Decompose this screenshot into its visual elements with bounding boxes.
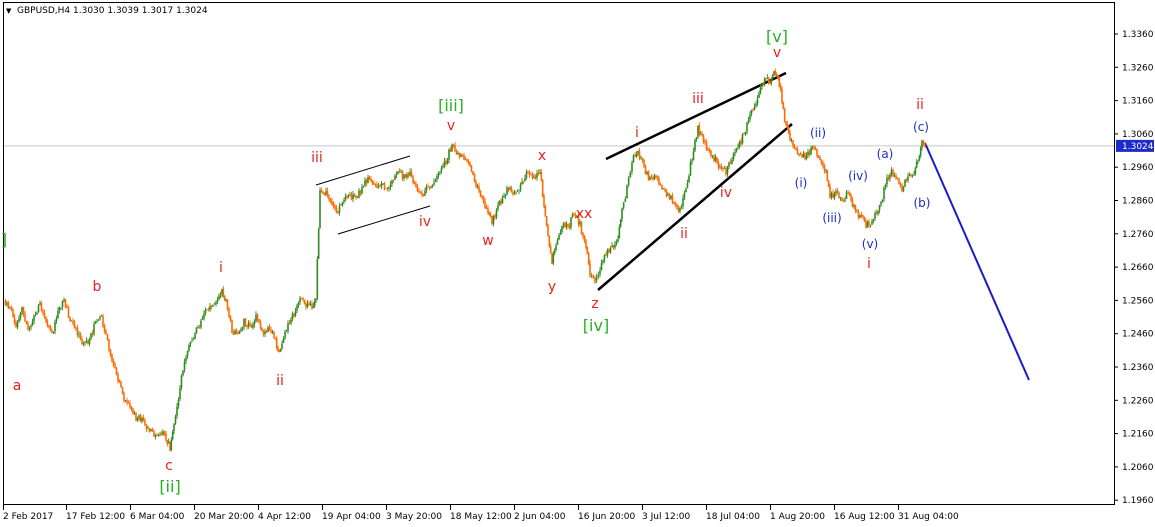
wave-label: c <box>165 458 173 474</box>
current-price-tag-label: 1.3024 <box>1122 142 1154 152</box>
x-tick-label: 2 Jun 04:00 <box>514 512 566 522</box>
y-tick-label: 1.2360 <box>1122 363 1154 373</box>
wave-label: (iv) <box>848 169 868 183</box>
wave-label: iii <box>692 91 704 107</box>
wave-label: y <box>548 279 556 295</box>
y-tick-label: 1.3260 <box>1122 63 1154 73</box>
wave-label: (a) <box>877 147 894 161</box>
price-chart[interactable]: ▼ GBPUSD,H4 1.3030 1.3039 1.3017 1.3024 … <box>0 0 1155 527</box>
y-tick-label: 1.2860 <box>1122 197 1154 207</box>
x-tick-label: 6 Mar 04:00 <box>130 512 185 522</box>
y-tick-label: 1.2460 <box>1122 330 1154 340</box>
wave-label: [iii] <box>438 96 464 115</box>
wave-label: iv <box>720 185 732 201</box>
wave-label: ii <box>916 97 924 113</box>
wave-label: [iv] <box>583 316 609 335</box>
wave-label: ] <box>1 230 7 249</box>
wave-label: (v) <box>862 237 878 251</box>
x-tick-label: 2 Feb 2017 <box>3 512 53 522</box>
wave-label: xx <box>576 206 593 222</box>
plot-area <box>3 2 1115 505</box>
wave-label: a <box>13 378 22 394</box>
symbol-arrow-icon: ▼ <box>6 7 12 15</box>
wave-label: (iii) <box>822 211 841 225</box>
x-tick-label: 31 Aug 04:00 <box>898 512 959 522</box>
x-tick-label: 16 Jun 20:00 <box>578 512 635 522</box>
wave-label: [ii] <box>159 477 180 496</box>
x-tick-label: 18 Jul 04:00 <box>706 512 760 522</box>
x-tick-label: 1 Aug 20:00 <box>770 512 825 522</box>
y-tick-label: 1.3060 <box>1122 130 1154 140</box>
time-axis[interactable]: 2 Feb 2017 17 Feb 12:00 6 Mar 04:00 20 Mar … <box>3 505 959 522</box>
wave-label: iii <box>311 150 323 166</box>
wave-label: i <box>219 260 223 276</box>
wave-label: (c) <box>913 120 929 134</box>
wave-label: x <box>538 148 546 164</box>
wave-label: w <box>482 233 493 249</box>
y-tick-label: 1.2160 <box>1122 430 1154 440</box>
x-tick-label: 18 May 12:00 <box>450 512 512 522</box>
wave-label: z <box>591 296 598 312</box>
x-tick-label: 17 Feb 12:00 <box>66 512 125 522</box>
wave-label: b <box>93 279 102 295</box>
wave-label: v <box>773 45 781 61</box>
wave-label: (i) <box>795 176 808 190</box>
y-tick-label: 1.3360 <box>1122 30 1154 40</box>
wave-label: i <box>635 125 639 141</box>
wave-label: (b) <box>914 196 931 210</box>
y-tick-label: 1.2660 <box>1122 263 1154 273</box>
wave-label: ii <box>276 373 284 389</box>
wave-label: iv <box>419 214 431 230</box>
wave-label: ii <box>680 226 688 242</box>
wave-label: v <box>447 118 455 134</box>
y-tick-label: 1.2560 <box>1122 296 1154 306</box>
wave-label: i <box>867 256 871 272</box>
x-tick-label: 19 Apr 04:00 <box>322 512 381 522</box>
y-tick-label: 1.2260 <box>1122 396 1154 406</box>
wave-label: (ii) <box>810 126 826 140</box>
y-tick-label: 1.2760 <box>1122 230 1154 240</box>
x-tick-label: 16 Aug 12:00 <box>834 512 895 522</box>
x-tick-label: 20 Mar 20:00 <box>194 512 254 522</box>
y-tick-label: 1.2060 <box>1122 463 1154 473</box>
wave-label: [v] <box>766 27 788 46</box>
y-tick-label: 1.1960 <box>1122 496 1154 506</box>
x-tick-label: 3 May 20:00 <box>386 512 442 522</box>
y-tick-label: 1.3160 <box>1122 97 1154 107</box>
x-tick-label: 3 Jul 12:00 <box>642 512 691 522</box>
price-axis[interactable]: 1.3360 1.3260 1.3160 1.3060 1.2960 1.2860 1.27… <box>1114 30 1154 506</box>
y-tick-label: 1.2960 <box>1122 163 1154 173</box>
symbol-header: GBPUSD,H4 1.3030 1.3039 1.3017 1.3024 <box>17 6 208 16</box>
x-tick-label: 4 Apr 12:00 <box>258 512 311 522</box>
